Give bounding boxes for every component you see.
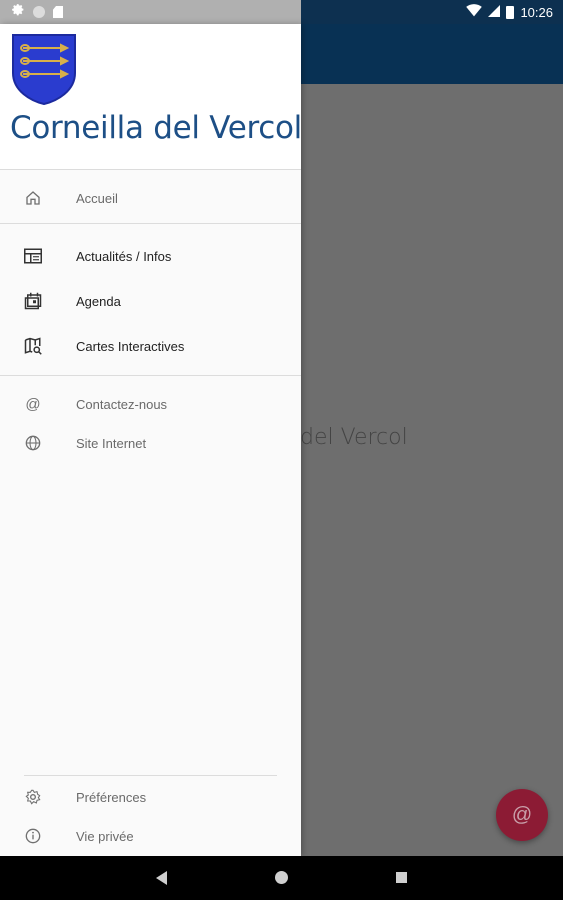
drawer-title: Corneilla del Vercol <box>10 110 302 146</box>
menu-item-label: Vie privée <box>76 828 134 844</box>
at-sign-icon: @ <box>511 803 533 826</box>
menu-item-accueil[interactable]: Accueil <box>0 178 301 218</box>
menu-divider <box>0 375 301 376</box>
menu-divider <box>24 775 277 776</box>
menu-item-label: Cartes Interactives <box>76 338 185 354</box>
circle-icon <box>33 6 45 18</box>
home-icon <box>24 189 42 207</box>
menu-divider <box>0 223 301 224</box>
menu-item-vie-privee[interactable]: Vie privée <box>0 816 301 856</box>
clock: 10:26 <box>520 4 553 20</box>
menu-item-preferences[interactable]: Préférences <box>0 777 301 817</box>
menu-item-cartes[interactable]: Cartes Interactives <box>0 326 301 366</box>
background-title: del Vercol <box>300 425 408 450</box>
signal-icon <box>488 4 501 20</box>
at-sign-icon: @ <box>25 395 41 413</box>
gear-icon <box>12 3 25 21</box>
menu-item-label: Actualités / Infos <box>76 248 172 264</box>
status-bar: 10:26 <box>0 0 563 24</box>
map-search-icon <box>24 337 42 355</box>
globe-icon <box>24 434 42 452</box>
menu-item-label: Préférences <box>76 789 147 805</box>
menu-item-actualites[interactable]: Actualités / Infos <box>0 236 301 276</box>
settings-icon <box>24 788 42 806</box>
menu-item-label: Agenda <box>76 293 121 309</box>
coat-of-arms-logo <box>12 34 76 105</box>
info-icon <box>24 827 42 845</box>
navigation-drawer: Corneilla del Vercol Accueil Actualités … <box>0 24 302 856</box>
menu-item-agenda[interactable]: Agenda <box>0 281 301 321</box>
status-bar-left <box>0 0 301 24</box>
sd-card-icon <box>53 6 63 18</box>
battery-icon <box>506 5 515 19</box>
wifi-icon <box>466 4 483 20</box>
home-button-icon[interactable] <box>275 871 288 884</box>
menu-item-site-internet[interactable]: Site Internet <box>0 423 301 463</box>
system-navigation-bar <box>0 856 563 900</box>
menu-item-contact[interactable]: @ Contactez-nous <box>0 384 301 424</box>
recent-apps-icon[interactable] <box>396 872 407 883</box>
news-icon <box>24 247 42 265</box>
drawer-header: Corneilla del Vercol <box>0 24 302 170</box>
menu-item-label: Contactez-nous <box>76 396 168 412</box>
calendar-icon <box>24 292 42 310</box>
menu-item-label: Accueil <box>76 190 118 206</box>
back-icon[interactable] <box>156 871 167 885</box>
contact-fab-button[interactable]: @ <box>496 789 548 841</box>
menu-item-label: Site Internet <box>76 435 147 451</box>
status-bar-right: 10:26 <box>466 0 553 24</box>
